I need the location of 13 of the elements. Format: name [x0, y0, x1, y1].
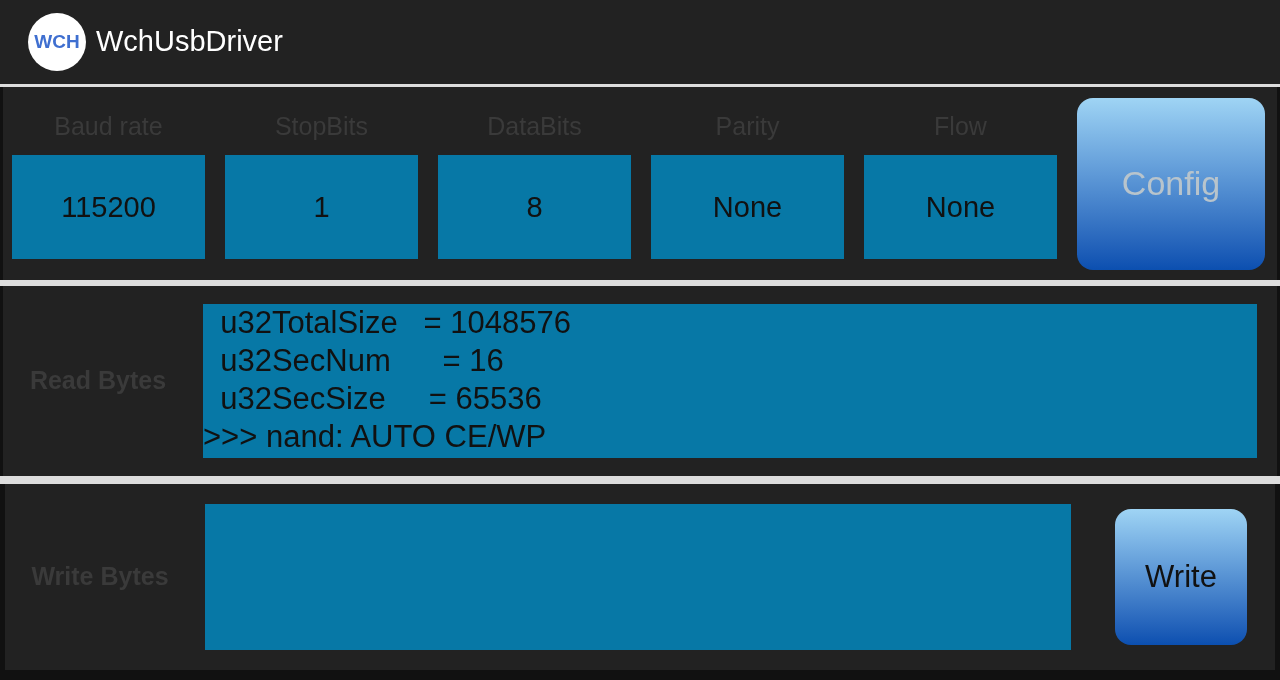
- output-line: u32TotalSize = 1048576: [219, 304, 572, 342]
- option-selector[interactable]: 8: [438, 155, 631, 260]
- app-title: WchUsbDriver: [96, 24, 283, 60]
- write-button[interactable]: Write: [1115, 509, 1247, 645]
- output-line: u32SecSize = 65536: [219, 380, 543, 418]
- write-input[interactable]: [205, 504, 1071, 650]
- output-line: u32SecNum = 16: [219, 342, 505, 380]
- option-selector[interactable]: None: [651, 155, 844, 260]
- option-selector[interactable]: 1: [225, 155, 418, 260]
- output-line: >>> nand: AUTO CE/WP: [203, 418, 548, 456]
- app-logo: WCH: [28, 13, 86, 71]
- option-selector[interactable]: 115200: [12, 155, 205, 260]
- option-selector[interactable]: None: [864, 155, 1057, 260]
